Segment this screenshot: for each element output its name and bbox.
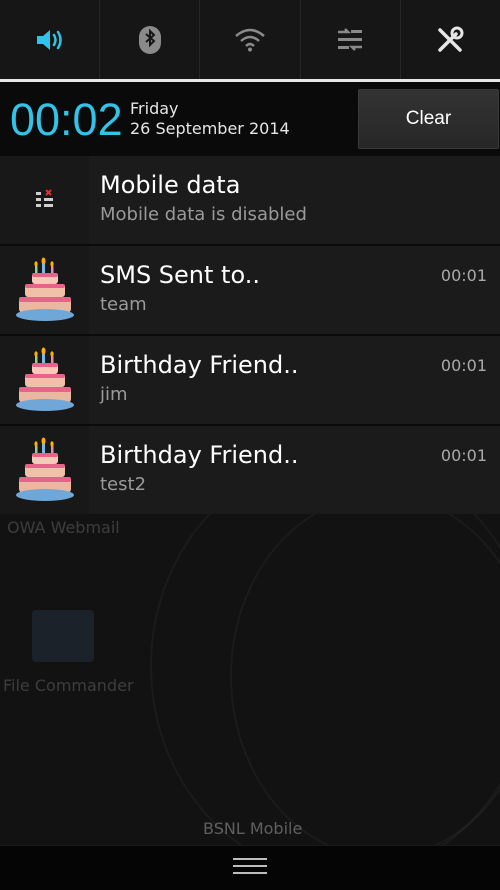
home-screen-background: OWA Webmail File Commander BSNL Mobile [0, 514, 500, 845]
menu-handle-icon [233, 857, 267, 879]
notification-time: 00:01 [440, 266, 487, 285]
data-transfer-icon [336, 27, 364, 53]
notification-title: SMS Sent to.. [100, 261, 260, 289]
bluetooth-toggle[interactable] [100, 0, 201, 79]
file-commander-label: File Commander [3, 676, 134, 695]
clock-time: 00:02 [10, 94, 123, 145]
wallpaper-curve [230, 514, 500, 845]
birthday-cake-icon [0, 426, 89, 514]
notification-title: Birthday Friend.. [100, 351, 299, 379]
notification-title: Birthday Friend.. [100, 441, 299, 469]
folder-icon [32, 610, 94, 662]
notification-item[interactable]: Birthday Friend.. test2 00:01 [0, 426, 500, 516]
birthday-cake-icon [0, 246, 89, 334]
notification-subtitle: team [100, 294, 147, 315]
owa-webmail-label: OWA Webmail [7, 518, 120, 537]
clear-button[interactable]: Clear [358, 89, 499, 149]
settings-tools-button[interactable] [401, 0, 500, 79]
notification-title: Mobile data [100, 171, 241, 199]
wifi-toggle[interactable] [200, 0, 301, 79]
notification-time: 00:01 [440, 356, 487, 375]
data-transfer-toggle[interactable] [301, 0, 401, 79]
wifi-icon [234, 28, 266, 52]
carrier-label: BSNL Mobile [203, 819, 303, 838]
notification-subtitle: Mobile data is disabled [100, 204, 307, 225]
panel-drag-handle[interactable] [0, 845, 500, 890]
settings-tools-icon [436, 26, 464, 54]
sound-icon [35, 27, 65, 53]
notification-item[interactable]: SMS Sent to.. team 00:01 [0, 246, 500, 336]
date-label: 26 September 2014 [130, 119, 290, 138]
day-label: Friday [130, 99, 179, 118]
notification-subtitle: test2 [100, 474, 147, 495]
mobile-data-icon [0, 156, 89, 244]
birthday-cake-icon [0, 336, 89, 424]
bluetooth-icon [138, 25, 162, 55]
sound-toggle[interactable] [0, 0, 101, 79]
notification-item[interactable]: Birthday Friend.. jim 00:01 [0, 336, 500, 426]
notification-time: 00:01 [440, 446, 487, 465]
quick-settings-bar [0, 0, 500, 79]
notification-item[interactable]: Mobile data Mobile data is disabled [0, 156, 500, 246]
notification-header: 00:02 Friday 26 September 2014 Clear [0, 82, 500, 157]
notification-subtitle: jim [100, 384, 128, 405]
